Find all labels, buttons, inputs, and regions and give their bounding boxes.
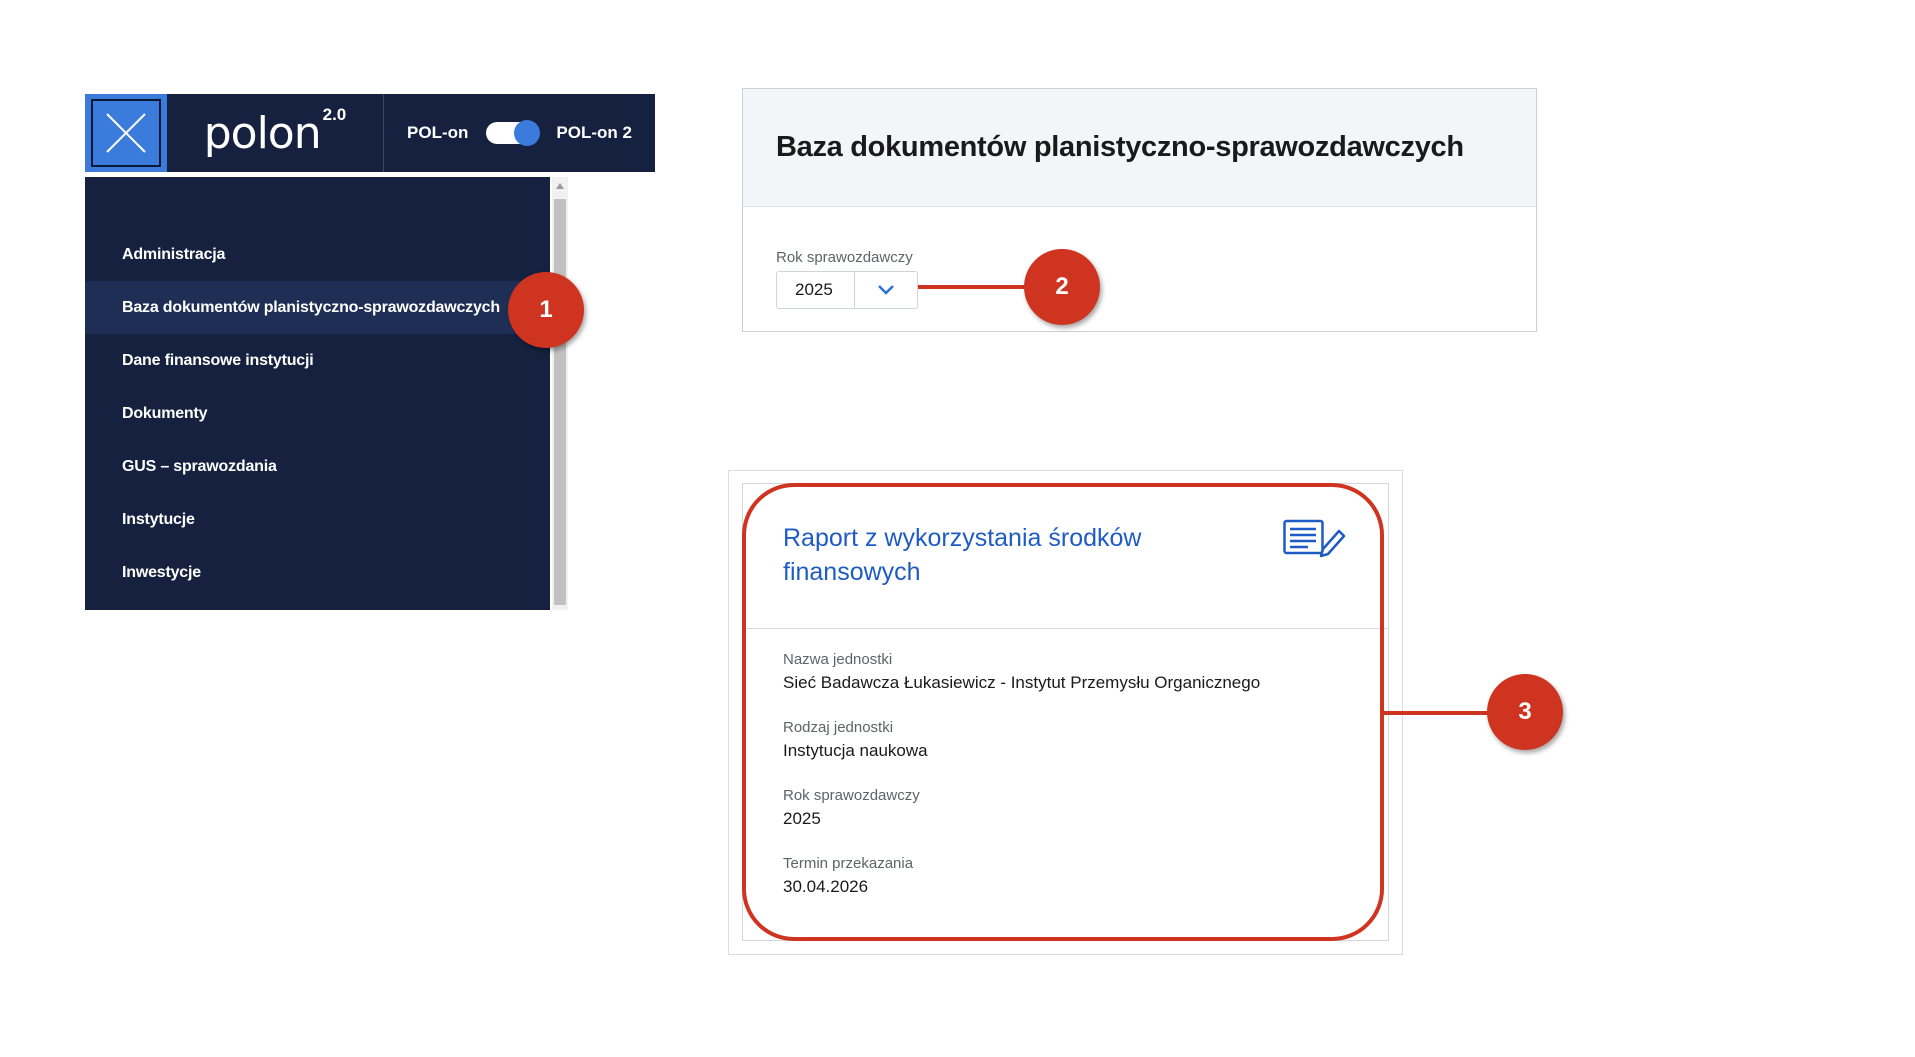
sidebar-item-administracja[interactable]: Administracja	[85, 228, 550, 281]
scroll-up-arrow-icon[interactable]	[556, 183, 564, 189]
version-switch: POL-on POL-on 2	[384, 94, 655, 172]
sidebar-item-inwestycje[interactable]: Inwestycje	[85, 546, 550, 599]
app-header: polon 2.0 POL-on POL-on 2	[85, 94, 655, 172]
scroll-thumb[interactable]	[554, 199, 566, 605]
callout-badge-2: 2	[1024, 249, 1100, 325]
panel-header: Baza dokumentów planistyczno-sprawozdawc…	[743, 89, 1536, 207]
year-select-toggle[interactable]	[855, 284, 917, 296]
year-select[interactable]: 2025	[776, 271, 918, 309]
sidebar-item-label: GUS – sprawozdania	[122, 457, 277, 475]
year-select-value: 2025	[777, 272, 855, 308]
sidebar-item-label: Inwestycje	[122, 563, 201, 581]
sidebar-item-baza-dokumentow[interactable]: Baza dokumentów planistyczno-sprawozdawc…	[85, 281, 550, 334]
toggle-knob	[514, 120, 541, 146]
sidebar-item-dokumenty[interactable]: Dokumenty	[85, 387, 550, 440]
polon-logo[interactable]: polon 2.0	[167, 94, 384, 172]
sidebar-item-gus[interactable]: GUS – sprawozdania	[85, 440, 550, 493]
callout-connector-2	[918, 285, 1030, 289]
documents-panel: Baza dokumentów planistyczno-sprawozdawc…	[742, 88, 1537, 332]
close-icon	[106, 113, 146, 153]
callout-connector-3	[1384, 711, 1494, 715]
sidebar-item-label: Dokumenty	[122, 404, 208, 422]
menu-close-button[interactable]	[85, 94, 167, 172]
switch-label-right: POL-on 2	[556, 123, 632, 142]
page-title: Baza dokumentów planistyczno-sprawozdawc…	[776, 131, 1464, 163]
sidebar-menu: Administracja Baza dokumentów planistycz…	[85, 177, 550, 610]
version-toggle[interactable]	[486, 120, 541, 146]
logo-text: polon	[203, 107, 322, 159]
callout-highlight-frame	[742, 483, 1384, 941]
sidebar-item-label: Dane finansowe instytucji	[122, 351, 314, 369]
callout-badge-1: 1	[508, 272, 584, 348]
switch-label-left: POL-on	[407, 123, 469, 142]
year-select-label: Rok sprawozdawczy	[776, 249, 913, 266]
sidebar-item-instytucje[interactable]: Instytucje	[85, 493, 550, 546]
sidebar-item-label: Instytucje	[122, 510, 195, 528]
sidebar-item-label: Administracja	[122, 245, 226, 263]
sidebar-item-label: Baza dokumentów planistyczno-sprawozdawc…	[122, 298, 500, 316]
chevron-down-icon	[878, 285, 894, 295]
sidebar-scrollbar[interactable]	[552, 177, 568, 610]
logo-version: 2.0	[322, 105, 347, 124]
sidebar-item-dane-finansowe[interactable]: Dane finansowe instytucji	[85, 334, 550, 387]
callout-badge-3: 3	[1487, 674, 1563, 750]
